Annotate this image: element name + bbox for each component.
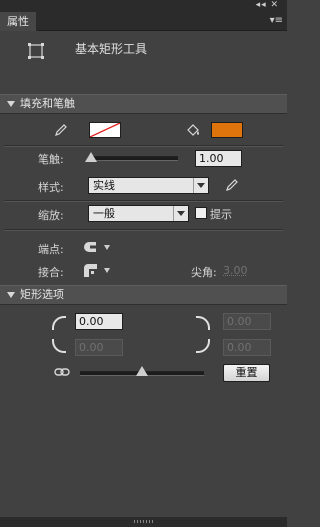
- stroke-width-input[interactable]: 1.00: [195, 150, 242, 167]
- round-cap-icon[interactable]: [83, 240, 97, 254]
- hint-label: 提示: [210, 208, 232, 221]
- fill-color-swatch[interactable]: [211, 122, 243, 138]
- collapse-triangle-icon: [7, 292, 15, 298]
- corner-top-left-input[interactable]: 0.00: [75, 313, 123, 330]
- hint-checkbox[interactable]: [195, 207, 207, 219]
- section-rectangle-options[interactable]: 矩形选项: [0, 285, 287, 305]
- divider: [4, 200, 283, 202]
- miter-label: 尖角:: [191, 266, 217, 279]
- bottom-left-corner-icon: [52, 339, 66, 353]
- paint-bucket-icon: [187, 124, 199, 136]
- stroke-width-label: 笔触:: [38, 153, 64, 166]
- rectangle-tool-icon: [28, 43, 44, 59]
- link-chain-icon[interactable]: [54, 366, 70, 378]
- cap-label: 端点:: [38, 243, 64, 256]
- top-right-corner-icon: [196, 316, 210, 330]
- pencil-icon: [55, 124, 67, 136]
- style-dropdown-value: 实线: [93, 179, 115, 192]
- corner-top-right-input: 0.00: [223, 313, 271, 330]
- miter-value: 3.00: [223, 264, 248, 277]
- join-label: 接合:: [38, 266, 64, 279]
- corner-bottom-left-input: 0.00: [75, 339, 123, 356]
- tab-bar: [0, 12, 287, 31]
- collapse-triangle-icon: [7, 101, 15, 107]
- panel-menu-icon[interactable]: ▾≡: [270, 15, 283, 26]
- divider: [4, 229, 283, 231]
- scale-label: 缩放:: [38, 209, 64, 222]
- join-dropdown-arrow-icon[interactable]: [104, 268, 110, 273]
- stroke-color-swatch[interactable]: [89, 122, 121, 138]
- resize-grip-icon[interactable]: [134, 520, 154, 523]
- no-color-slash-icon: [90, 123, 120, 137]
- tab-properties[interactable]: 属性: [0, 12, 37, 31]
- corner-radius-slider-thumb[interactable]: [136, 366, 148, 376]
- section-fill-stroke[interactable]: 填充和笔触: [0, 94, 287, 114]
- edit-stroke-style-pencil-icon[interactable]: [225, 178, 239, 192]
- scale-dropdown-value: 一般: [93, 207, 115, 220]
- panel-collapse-close-controls[interactable]: ◂◂ ✕: [256, 0, 279, 10]
- reset-button[interactable]: 重置: [223, 364, 270, 382]
- cap-dropdown-arrow-icon[interactable]: [104, 245, 110, 250]
- section-title: 填充和笔触: [20, 97, 75, 110]
- chevron-down-icon: [193, 178, 208, 193]
- divider: [4, 145, 283, 147]
- stroke-width-slider-thumb[interactable]: [85, 152, 98, 162]
- chevron-down-icon: [173, 206, 188, 221]
- tool-name: 基本矩形工具: [75, 42, 148, 56]
- bottom-right-corner-icon: [196, 339, 210, 353]
- corner-bottom-right-input: 0.00: [223, 339, 271, 356]
- stroke-width-slider-track[interactable]: [88, 156, 178, 161]
- round-join-icon[interactable]: [83, 263, 97, 277]
- style-label: 样式:: [38, 181, 64, 194]
- style-dropdown[interactable]: 实线: [88, 177, 209, 194]
- section-title: 矩形选项: [20, 288, 64, 301]
- scale-dropdown[interactable]: 一般: [88, 205, 189, 222]
- panel-top-strip: [0, 0, 287, 12]
- top-left-corner-icon: [52, 316, 66, 330]
